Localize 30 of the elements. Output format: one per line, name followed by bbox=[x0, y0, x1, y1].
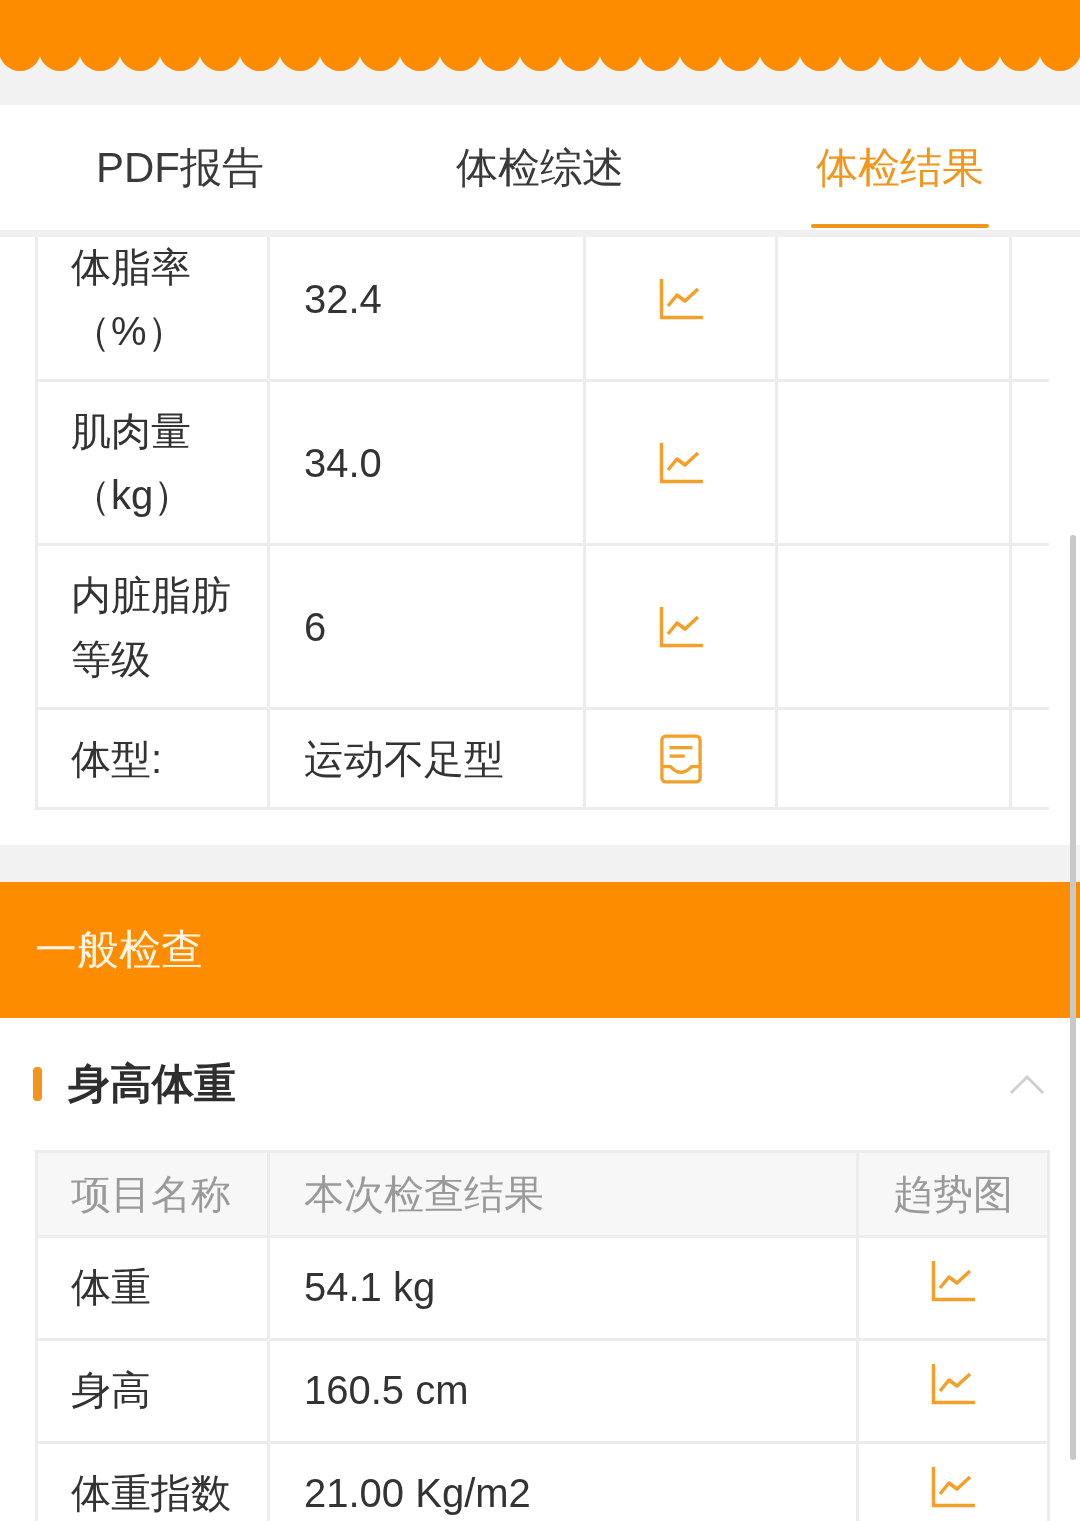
line-chart-icon[interactable] bbox=[931, 1260, 975, 1302]
tab[interactable]: PDF报告 bbox=[91, 105, 269, 230]
column-header: 项目名称 bbox=[38, 1153, 267, 1235]
table-cell: 体脂率（%） bbox=[38, 237, 267, 379]
table-cell: 54.1 kg bbox=[270, 1238, 856, 1338]
table-cell: 体重指数 bbox=[38, 1444, 267, 1521]
line-chart-icon[interactable] bbox=[931, 1363, 975, 1405]
table-cell: 32.4 bbox=[270, 237, 583, 379]
table-cell: 体重 bbox=[38, 1238, 267, 1338]
table-cell: 体型: bbox=[38, 710, 267, 807]
column-header: 本次检查结果 bbox=[270, 1153, 856, 1235]
line-chart-icon[interactable] bbox=[931, 1466, 975, 1508]
line-chart-icon[interactable] bbox=[658, 441, 703, 484]
table-cell: 肌肉量（kg） bbox=[38, 382, 267, 543]
tab[interactable]: 体检综述 bbox=[451, 105, 629, 230]
column-header: 趋势图 bbox=[859, 1153, 1047, 1235]
table-cell: 运动不足型 bbox=[270, 710, 583, 807]
table-cell: 6 bbox=[270, 546, 583, 707]
section-header: 一般检查 bbox=[0, 882, 1080, 1018]
table-cell: 身高 bbox=[38, 1341, 267, 1441]
table-cell: 160.5 cm bbox=[270, 1341, 856, 1441]
subsection-title: 身高体重 bbox=[68, 1059, 236, 1109]
line-chart-icon[interactable] bbox=[658, 277, 703, 320]
chevron-up-icon[interactable] bbox=[1009, 1073, 1045, 1095]
table-cell: 内脏脂肪等级 bbox=[38, 546, 267, 707]
table-cell: 34.0 bbox=[270, 382, 583, 543]
table-cell: 21.00 Kg/m2 bbox=[270, 1444, 856, 1521]
document-icon[interactable] bbox=[659, 733, 702, 784]
accent-bar bbox=[33, 1067, 42, 1101]
line-chart-icon[interactable] bbox=[658, 605, 703, 648]
